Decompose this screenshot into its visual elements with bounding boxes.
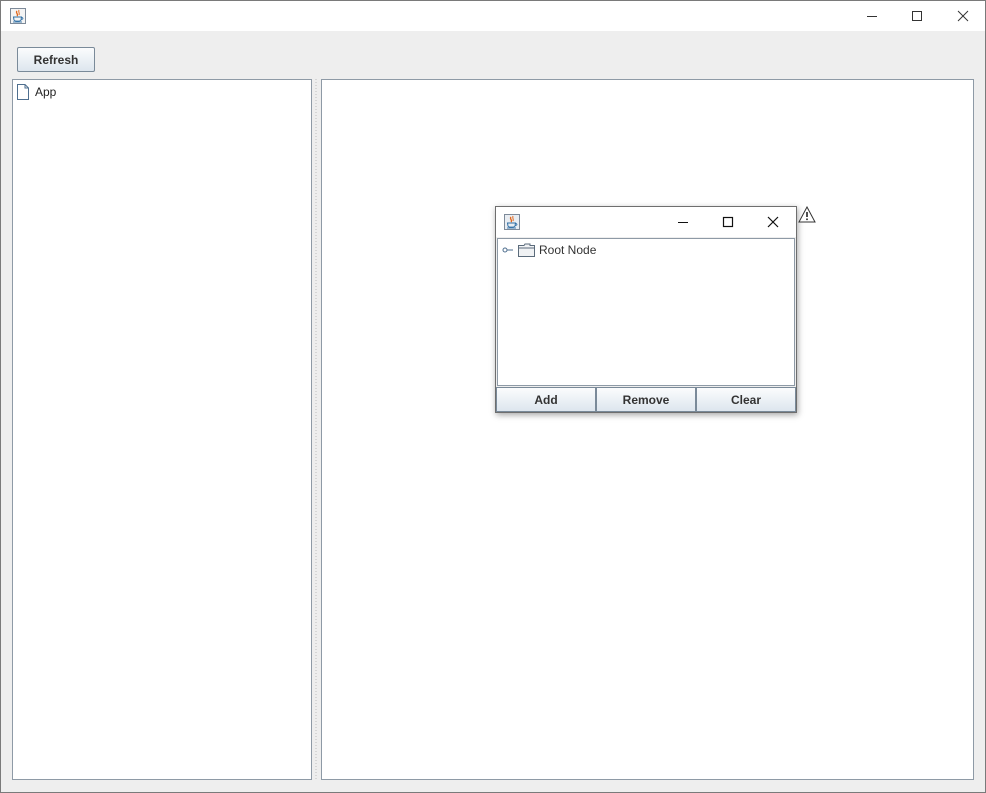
internal-close-button[interactable] (751, 207, 795, 237)
internal-maximize-button[interactable] (706, 207, 750, 237)
add-button[interactable]: Add (496, 387, 596, 412)
remove-button[interactable]: Remove (596, 387, 696, 412)
maximize-button[interactable] (894, 1, 940, 31)
minimize-button[interactable] (849, 1, 895, 31)
close-icon (957, 10, 969, 22)
close-icon (767, 216, 779, 228)
clear-button[interactable]: Clear (696, 387, 796, 412)
left-tree-panel[interactable]: App (12, 79, 312, 780)
warning-icon (798, 206, 816, 223)
tree-item-label: App (35, 84, 57, 99)
tree-handle-icon[interactable] (502, 246, 514, 254)
internal-minimize-button[interactable] (661, 207, 705, 237)
refresh-button[interactable]: Refresh (17, 47, 95, 72)
java-icon (504, 214, 520, 230)
split-pane-divider[interactable] (312, 79, 320, 780)
maximize-icon (722, 216, 734, 228)
tree-root-node[interactable]: Root Node (502, 241, 596, 258)
minimize-icon (867, 16, 877, 17)
internal-frame-titlebar[interactable] (496, 207, 796, 237)
internal-tree-panel[interactable]: Root Node (497, 238, 795, 386)
main-titlebar[interactable] (1, 1, 985, 31)
minimize-icon (678, 222, 688, 223)
java-icon (10, 8, 26, 24)
folder-icon (518, 243, 535, 257)
tree-root-label: Root Node (539, 242, 597, 257)
file-icon (17, 83, 29, 100)
desktop-pane[interactable] (321, 79, 974, 780)
maximize-icon (912, 11, 922, 21)
internal-frame: Root Node Add Remove Clear (495, 206, 797, 413)
tree-item-app[interactable]: App (16, 83, 56, 100)
close-button[interactable] (940, 1, 986, 31)
main-window: Refresh App (0, 0, 986, 793)
